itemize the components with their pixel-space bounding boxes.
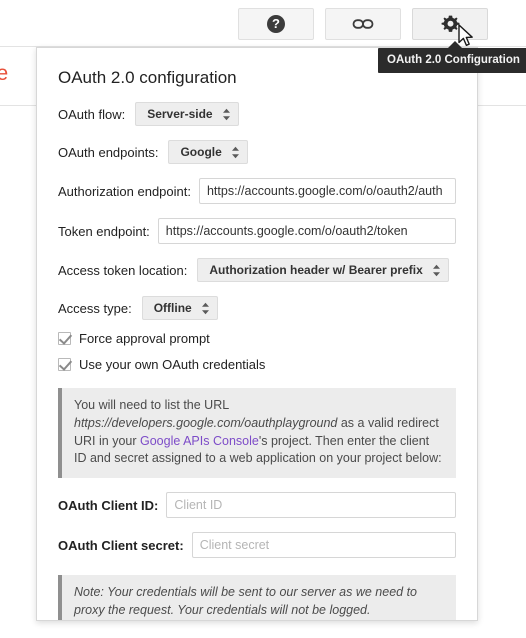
- credentials-note-box: Note: Your credentials will be sent to o…: [58, 575, 456, 620]
- help-button[interactable]: ?: [238, 8, 314, 40]
- authorization-endpoint-row: Authorization endpoint:: [58, 178, 456, 204]
- oauth-flow-select[interactable]: Server-side: [135, 102, 239, 126]
- chevron-updown-icon: [432, 264, 441, 277]
- token-endpoint-row: Token endpoint:: [58, 218, 456, 244]
- use-own-credentials-checkbox[interactable]: [58, 358, 71, 371]
- link-button[interactable]: [325, 8, 401, 40]
- client-id-input[interactable]: [166, 492, 456, 518]
- access-type-select[interactable]: Offline: [141, 296, 218, 320]
- oauth-endpoints-select[interactable]: Google: [168, 140, 248, 164]
- access-type-label: Access type:: [58, 300, 132, 316]
- oauth-flow-value: Server-side: [147, 107, 213, 121]
- token-endpoint-label: Token endpoint:: [58, 223, 150, 239]
- settings-button[interactable]: [412, 8, 488, 40]
- background-response-label: onse: [0, 62, 9, 85]
- oauth-flow-row: OAuth flow: Server-side: [58, 102, 456, 126]
- authorization-endpoint-input[interactable]: [198, 178, 456, 204]
- use-own-credentials-row[interactable]: Use your own OAuth credentials: [58, 357, 456, 372]
- force-approval-prompt-label: Force approval prompt: [79, 331, 210, 346]
- chevron-updown-icon: [231, 146, 240, 159]
- access-token-location-value: Authorization header w/ Bearer prefix: [209, 263, 423, 277]
- chevron-updown-icon: [201, 302, 210, 315]
- dialog-body: OAuth flow: Server-side OAuth endpoints:…: [37, 102, 477, 620]
- client-id-row: OAuth Client ID:: [58, 492, 456, 518]
- gear-icon: [441, 15, 460, 34]
- client-id-label: OAuth Client ID:: [58, 497, 159, 513]
- redirect-uri-info-box: You will need to list the URL https://de…: [58, 388, 456, 478]
- access-token-location-select[interactable]: Authorization header w/ Bearer prefix: [197, 258, 449, 282]
- settings-tooltip: OAuth 2.0 Configuration: [378, 48, 526, 73]
- client-secret-row: OAuth Client secret:: [58, 532, 456, 558]
- info-text-part1: You will need to list the URL: [74, 398, 229, 412]
- force-approval-prompt-checkbox[interactable]: [58, 332, 71, 345]
- client-secret-input[interactable]: [191, 532, 456, 558]
- chain-link-icon: [352, 17, 374, 31]
- token-endpoint-input[interactable]: [157, 218, 456, 244]
- tooltip-arrow: [447, 41, 463, 49]
- access-token-location-label: Access token location:: [58, 262, 188, 278]
- access-token-location-row: Access token location: Authorization hea…: [58, 258, 456, 282]
- oauth-endpoints-label: OAuth endpoints:: [58, 144, 159, 160]
- google-apis-console-link[interactable]: Google APIs Console: [140, 434, 259, 448]
- use-own-credentials-label: Use your own OAuth credentials: [79, 357, 266, 372]
- oauthplayground-url: https://developers.google.com/oauthplayg…: [74, 415, 338, 430]
- oauth-endpoints-value: Google: [180, 145, 222, 159]
- oauth-endpoints-row: OAuth endpoints: Google: [58, 140, 456, 164]
- chevron-updown-icon: [222, 108, 231, 121]
- oauth-configuration-dialog: OAuth 2.0 configuration OAuth flow: Serv…: [36, 47, 478, 621]
- access-type-value: Offline: [153, 301, 192, 315]
- authorization-endpoint-label: Authorization endpoint:: [58, 183, 191, 199]
- oauth-flow-label: OAuth flow:: [58, 106, 126, 122]
- access-type-row: Access type: Offline: [58, 296, 456, 320]
- force-approval-prompt-row[interactable]: Force approval prompt: [58, 331, 456, 346]
- question-mark-circle-icon: ?: [267, 15, 285, 33]
- client-secret-label: OAuth Client secret:: [58, 537, 184, 553]
